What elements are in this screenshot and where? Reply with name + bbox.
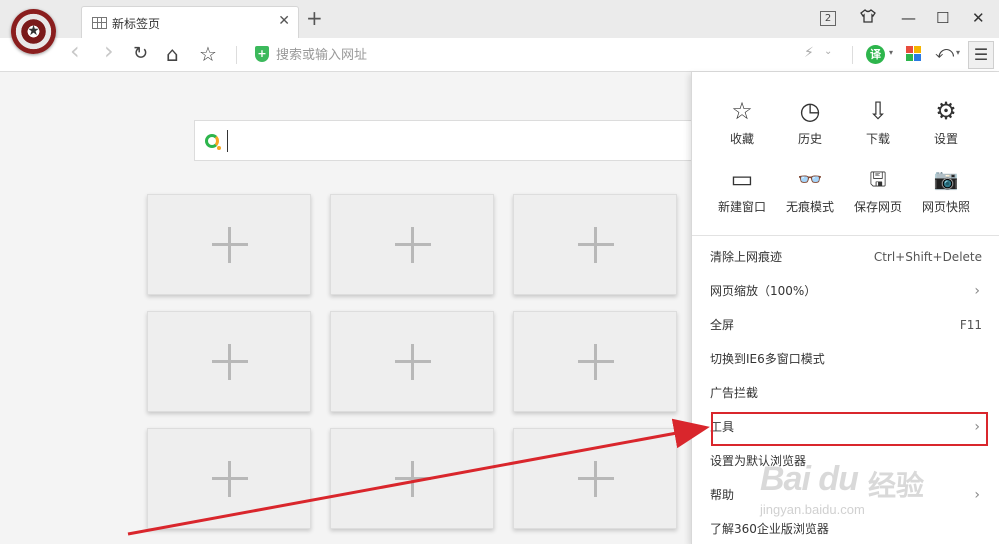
menu-screenshot-label: 网页快照 bbox=[921, 200, 970, 214]
undo-icon[interactable]: ⤺ bbox=[935, 42, 954, 63]
translate-icon[interactable]: 译 bbox=[866, 45, 885, 64]
close-window-button[interactable]: ✕ bbox=[972, 8, 985, 28]
menu-item-label: 切换到IE6多窗口模式 bbox=[710, 352, 825, 366]
speed-dial-tile[interactable] bbox=[147, 428, 311, 529]
shirt-icon[interactable] bbox=[860, 8, 876, 29]
watermark-brand: Bai du bbox=[760, 460, 859, 498]
speed-dial-tile[interactable] bbox=[147, 311, 311, 412]
speed-dial-tile[interactable] bbox=[330, 311, 494, 412]
menu-item-label: 全屏 bbox=[710, 318, 735, 332]
shortcut-label: F11 bbox=[959, 318, 982, 332]
speed-dial-tile[interactable] bbox=[513, 194, 677, 295]
camera-icon: 📷 bbox=[933, 167, 959, 191]
menu-new-window-label: 新建窗口 bbox=[717, 200, 766, 214]
gear-icon: ⚙ bbox=[935, 97, 957, 125]
refresh-button[interactable]: ↻ bbox=[133, 43, 148, 65]
title-bar: 新标签页 ✕ + 2 — ☐ ✕ bbox=[0, 0, 999, 39]
tab-count-badge[interactable]: 2 bbox=[820, 11, 836, 26]
add-icon bbox=[212, 227, 248, 263]
menu-new-window[interactable]: ▭ 新建窗口 bbox=[708, 164, 776, 224]
speed-dial-tile[interactable] bbox=[513, 428, 677, 529]
chevron-down-icon[interactable]: ⌄ bbox=[824, 46, 832, 57]
add-icon bbox=[578, 344, 614, 380]
shield-icon: + bbox=[255, 46, 269, 62]
add-icon bbox=[578, 227, 614, 263]
menu-item-fullscreen[interactable]: 全屏 F11 bbox=[710, 308, 990, 342]
divider bbox=[692, 235, 999, 236]
new-tab-button[interactable]: + bbox=[306, 8, 323, 28]
translate-dropdown-icon[interactable]: ▾ bbox=[889, 48, 893, 57]
avatar[interactable]: ★ bbox=[11, 9, 56, 54]
watermark-text: 经验 bbox=[868, 469, 925, 502]
grid-icon bbox=[92, 17, 107, 29]
undo-dropdown-icon[interactable]: ▾ bbox=[956, 48, 960, 57]
add-icon bbox=[212, 344, 248, 380]
speed-dial-tile[interactable] bbox=[513, 311, 677, 412]
watermark-url: jingyan.baidu.com bbox=[760, 502, 865, 517]
menu-history[interactable]: ◷ 历史 bbox=[776, 96, 844, 156]
incognito-icon: 👓 bbox=[797, 167, 823, 191]
home-button[interactable]: ⌂ bbox=[166, 43, 179, 65]
address-toolbar: ‹ › ↻ ⌂ ☆ + ⚡ ⌄ 译 ▾ ⤺ ▾ ☰ bbox=[0, 38, 999, 72]
menu-bookmarks-label: 收藏 bbox=[729, 132, 754, 146]
menu-item-clear-history[interactable]: 清除上网痕迹 Ctrl+Shift+Delete bbox=[710, 240, 990, 274]
bookmark-star-button[interactable]: ☆ bbox=[199, 43, 217, 65]
menu-item-ad-block[interactable]: 广告拦截 bbox=[710, 376, 990, 410]
divider bbox=[236, 46, 237, 64]
menu-history-label: 历史 bbox=[797, 132, 822, 146]
download-icon: ⇩ bbox=[867, 97, 889, 125]
menu-incognito[interactable]: 👓 无痕模式 bbox=[776, 164, 844, 224]
add-icon bbox=[212, 461, 248, 497]
menu-incognito-label: 无痕模式 bbox=[785, 200, 834, 214]
minimize-button[interactable]: — bbox=[901, 8, 916, 28]
search-engine-icon[interactable] bbox=[205, 134, 221, 150]
search-box bbox=[194, 120, 704, 161]
back-button[interactable]: ‹ bbox=[70, 39, 80, 63]
menu-item-label: 广告拦截 bbox=[710, 386, 759, 400]
shortcut-label: Ctrl+Shift+Delete bbox=[873, 250, 982, 264]
speed-dial-tile[interactable] bbox=[147, 194, 311, 295]
speed-dial-tile[interactable] bbox=[330, 428, 494, 529]
star-icon: ★ bbox=[27, 23, 40, 39]
tab-new-tab[interactable]: 新标签页 ✕ bbox=[81, 6, 299, 39]
window-icon: ▭ bbox=[730, 165, 754, 193]
tab-title: 新标签页 bbox=[112, 17, 161, 31]
menu-settings-label: 设置 bbox=[933, 132, 958, 146]
menu-item-label: 帮助 bbox=[710, 488, 735, 502]
menu-item-ie6-mode[interactable]: 切换到IE6多窗口模式 bbox=[710, 342, 990, 376]
clock-icon: ◷ bbox=[799, 97, 821, 125]
menu-downloads[interactable]: ⇩ 下载 bbox=[844, 96, 912, 156]
watermark: Bai du 经验 jingyan.baidu.com bbox=[760, 440, 990, 536]
divider bbox=[852, 46, 853, 64]
menu-screenshot[interactable]: 📷 网页快照 bbox=[912, 164, 980, 224]
menu-settings[interactable]: ⚙ 设置 bbox=[912, 96, 980, 156]
lightning-icon[interactable]: ⚡ bbox=[804, 45, 814, 61]
maximize-button[interactable]: ☐ bbox=[936, 8, 949, 28]
add-icon bbox=[395, 227, 431, 263]
star-icon: ☆ bbox=[731, 97, 753, 125]
apps-icon[interactable] bbox=[906, 46, 922, 62]
close-tab-icon[interactable]: ✕ bbox=[278, 13, 290, 29]
menu-button[interactable]: ☰ bbox=[968, 41, 994, 69]
add-icon bbox=[578, 461, 614, 497]
save-icon: 🖫 bbox=[869, 167, 887, 191]
browser-window: 新标签页 ✕ + 2 — ☐ ✕ ★ ‹ › ↻ ⌂ ☆ + ⚡ ⌄ 译 ▾ bbox=[0, 0, 999, 544]
forward-button[interactable]: › bbox=[104, 39, 114, 63]
address-input[interactable] bbox=[276, 44, 756, 66]
menu-item-label: 清除上网痕迹 bbox=[710, 250, 783, 264]
menu-item-label: 网页缩放（100%） bbox=[710, 284, 817, 298]
menu-bookmarks[interactable]: ☆ 收藏 bbox=[708, 96, 776, 156]
add-icon bbox=[395, 461, 431, 497]
add-icon bbox=[395, 344, 431, 380]
search-input[interactable] bbox=[227, 130, 667, 152]
menu-save-page-label: 保存网页 bbox=[853, 200, 902, 214]
menu-downloads-label: 下载 bbox=[865, 132, 890, 146]
menu-item-zoom[interactable]: 网页缩放（100%） › bbox=[710, 274, 990, 308]
chevron-right-icon: › bbox=[974, 283, 980, 299]
menu-save-page[interactable]: 🖫 保存网页 bbox=[844, 164, 912, 224]
speed-dial-tile[interactable] bbox=[330, 194, 494, 295]
